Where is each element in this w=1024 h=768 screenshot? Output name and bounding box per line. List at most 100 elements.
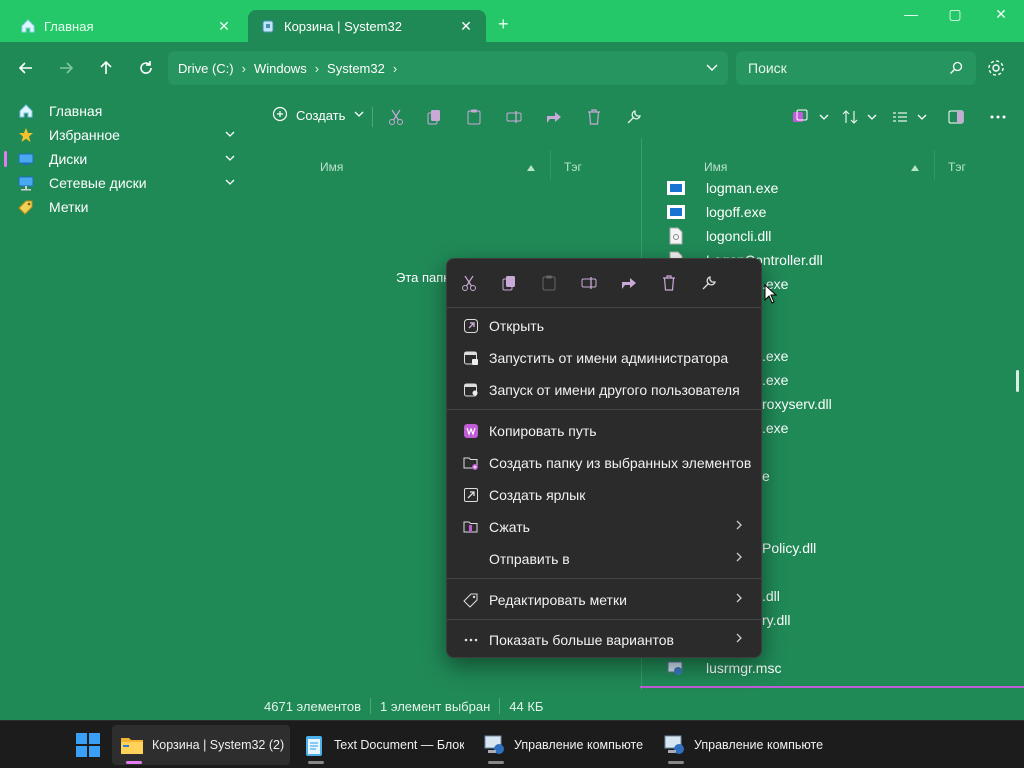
new-folder-icon <box>463 455 479 471</box>
cut-button[interactable] <box>386 107 406 127</box>
taskbar-app-explorer[interactable]: Корзина | System32 (2) <box>112 725 290 765</box>
share-icon[interactable] <box>619 273 639 293</box>
taskbar: Корзина | System32 (2) Text Document — Б… <box>0 720 1024 768</box>
tab-close-button[interactable]: ✕ <box>458 18 474 35</box>
copy-button[interactable] <box>424 107 444 127</box>
scrollbar-thumb[interactable] <box>1016 370 1019 392</box>
cut-icon[interactable] <box>459 273 479 293</box>
breadcrumb-drive[interactable]: Drive (C:) <box>178 61 234 76</box>
tab-system32[interactable]: Корзина | System32 ✕ <box>248 10 486 42</box>
file-name-partial[interactable]: ry.dll <box>762 608 791 632</box>
sort-button[interactable] <box>840 107 860 127</box>
menu-item-run-as-other-user[interactable]: Запуск от имени другого пользователя <box>451 375 757 405</box>
chevron-down-icon[interactable] <box>224 175 236 191</box>
chevron-down-icon[interactable] <box>224 127 236 143</box>
chevron-down-icon[interactable] <box>704 59 720 78</box>
search-input[interactable]: Поиск <box>736 51 976 85</box>
close-window-button[interactable]: ✕ <box>986 6 1016 28</box>
delete-button[interactable] <box>584 107 604 127</box>
file-name-partial[interactable]: roxyserv.dll <box>762 392 832 416</box>
file-name-partial[interactable]: .exe <box>762 368 788 392</box>
search-icon[interactable] <box>948 60 964 79</box>
refresh-icon <box>140 61 152 74</box>
tab-home[interactable]: Главная ✕ <box>8 10 244 42</box>
windows-start-icon[interactable] <box>76 733 100 757</box>
file-name-partial[interactable]: Policy.dll <box>762 536 816 560</box>
properties-button[interactable] <box>624 107 644 127</box>
taskbar-app-computer-management[interactable]: Управление компьюте <box>474 725 650 765</box>
menu-item-compress[interactable]: Сжать <box>451 512 757 542</box>
rename-button[interactable] <box>504 107 524 127</box>
trash-icon[interactable] <box>659 273 679 293</box>
list-view-icon <box>893 112 907 122</box>
menu-divider <box>447 619 763 620</box>
menu-item-new-folder-from-selection[interactable]: Создать папку из выбранных элементов <box>451 448 757 478</box>
up-button[interactable] <box>94 56 118 80</box>
chevron-down-icon[interactable] <box>814 107 834 127</box>
rename-icon <box>506 111 522 123</box>
copy-icon[interactable] <box>499 273 519 293</box>
minimize-button[interactable]: — <box>896 6 926 28</box>
paste-icon <box>539 273 559 293</box>
new-tab-button[interactable]: + <box>498 14 509 35</box>
breadcrumb-system32[interactable]: System32 <box>327 61 385 76</box>
menu-item-show-more-options[interactable]: Показать больше вариантов <box>451 625 757 655</box>
chevron-down-icon[interactable] <box>912 107 932 127</box>
network-drive-icon <box>18 175 34 191</box>
shortcut-icon <box>463 487 479 503</box>
sidebar-item-drives[interactable]: Диски <box>0 147 250 171</box>
select-mode-button[interactable] <box>790 107 810 127</box>
settings-button[interactable] <box>986 58 1006 81</box>
selected-count: 1 элемент выбран <box>380 698 491 714</box>
back-button[interactable] <box>14 56 38 80</box>
view-layout-button[interactable] <box>890 107 910 127</box>
menu-item-open[interactable]: Открыть <box>451 311 757 341</box>
exe-icon <box>666 203 686 221</box>
more-options-button[interactable] <box>988 107 1008 127</box>
sidebar-item-tags[interactable]: Метки <box>0 195 250 219</box>
refresh-button[interactable] <box>134 56 158 80</box>
compress-icon <box>463 519 479 535</box>
file-name-partial[interactable]: .exe <box>762 344 788 368</box>
column-header-tag[interactable]: Тэг <box>564 160 582 180</box>
create-button[interactable]: Создать <box>272 106 365 125</box>
chevron-down-icon[interactable] <box>862 107 882 127</box>
file-row[interactable]: logoff.exe <box>666 200 766 224</box>
menu-item-copy-path[interactable]: Копировать путь <box>451 416 757 446</box>
file-name-partial[interactable]: .exe <box>762 416 788 440</box>
plus-icon <box>272 106 288 125</box>
file-row[interactable]: logman.exe <box>666 176 778 200</box>
forward-button[interactable] <box>54 56 78 80</box>
running-app-indicator <box>488 761 504 764</box>
trash-icon <box>588 109 600 125</box>
file-explorer-icon <box>120 733 144 757</box>
file-name-partial[interactable]: e <box>762 464 770 488</box>
paste-button[interactable] <box>464 107 484 127</box>
file-name-partial[interactable]: .dll <box>762 584 780 608</box>
sort-asc-icon <box>526 162 536 182</box>
preview-pane-button[interactable] <box>946 107 966 127</box>
taskbar-app-notepad[interactable]: Text Document — Блокн <box>294 725 466 765</box>
breadcrumb-windows[interactable]: Windows <box>254 61 307 76</box>
menu-item-send-to[interactable]: Отправить в <box>451 544 757 574</box>
maximize-button[interactable]: ▢ <box>940 6 970 28</box>
rename-icon[interactable] <box>579 273 599 293</box>
share-button[interactable] <box>544 107 564 127</box>
taskbar-app-computer-management[interactable]: Управление компьюте <box>654 725 830 765</box>
column-header-name[interactable]: Имя <box>320 160 343 180</box>
menu-item-edit-tags[interactable]: Редактировать метки <box>451 585 757 615</box>
file-row[interactable]: logoncli.dll <box>666 224 771 248</box>
menu-divider <box>447 409 763 410</box>
menu-item-create-shortcut[interactable]: Создать ярлык <box>451 480 757 510</box>
sidebar-item-home[interactable]: Главная <box>0 99 250 123</box>
column-header-tag[interactable]: Тэг <box>948 160 966 180</box>
wrench-icon[interactable] <box>699 273 719 293</box>
file-row[interactable]: lusrmgr.msc <box>666 656 781 680</box>
tab-close-button[interactable]: ✕ <box>216 18 232 35</box>
sidebar-item-network-drives[interactable]: Сетевые диски <box>0 171 250 195</box>
search-placeholder: Поиск <box>748 60 787 76</box>
sidebar-item-favorites[interactable]: Избранное <box>0 123 250 147</box>
menu-item-run-as-admin[interactable]: Запустить от имени администратора <box>451 343 757 373</box>
chevron-down-icon[interactable] <box>224 151 236 167</box>
address-bar[interactable]: Drive (C:) › Windows › System32 › <box>168 51 728 85</box>
